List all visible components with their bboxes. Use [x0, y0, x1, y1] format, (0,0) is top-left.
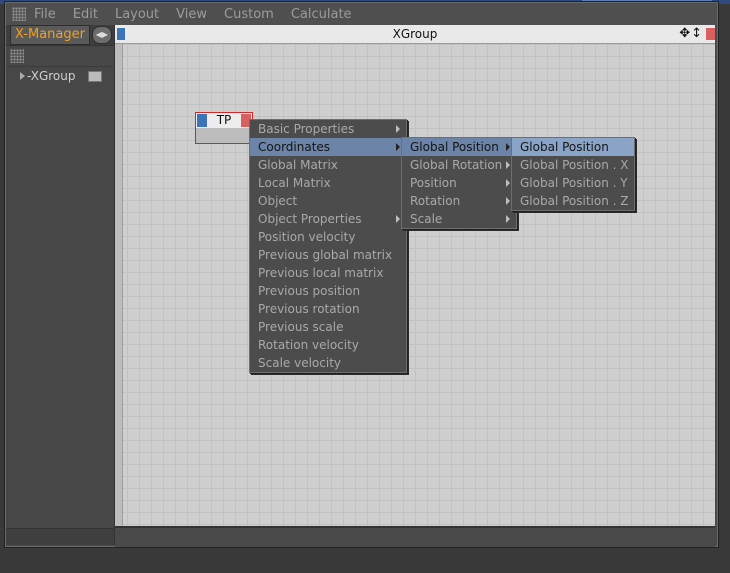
- menu-item-label: Position: [410, 176, 457, 190]
- menu-item-label: Global Position: [410, 140, 499, 154]
- menu-item-global-position[interactable]: Global Position: [402, 138, 516, 156]
- window-footer: [115, 526, 715, 547]
- menu-item-label: Object: [258, 194, 298, 208]
- context-menu-level3: Global Position Global Position . X Glob…: [511, 137, 635, 211]
- menu-item-rotation[interactable]: Rotation: [402, 192, 516, 210]
- xgroup-canvas-panel: XGroup ✥↕: [115, 25, 715, 526]
- menu-item-global-position-vector[interactable]: Global Position: [512, 138, 634, 156]
- menu-layout[interactable]: Layout: [115, 7, 159, 22]
- tree-expand-icon[interactable]: [20, 72, 25, 80]
- node-input-port[interactable]: [197, 114, 207, 127]
- menu-item-label: Previous position: [258, 284, 361, 298]
- submenu-arrow-icon: [396, 215, 400, 223]
- menu-item-label: Scale: [410, 212, 443, 226]
- menu-item-label: Global Rotation: [410, 158, 503, 172]
- group-badge-icon: [88, 71, 102, 82]
- tp-node[interactable]: TP: [195, 112, 253, 144]
- menu-item-previous-rotation[interactable]: Previous rotation: [250, 300, 406, 318]
- grip-icon[interactable]: [10, 49, 24, 63]
- menu-item-label: Rotation: [410, 194, 461, 208]
- menu-item-label: Position velocity: [258, 230, 356, 244]
- submenu-arrow-icon: [506, 179, 510, 187]
- menu-item-rotation-velocity[interactable]: Rotation velocity: [250, 336, 406, 354]
- submenu-arrow-icon: [506, 197, 510, 205]
- menu-item-label: Basic Properties: [258, 122, 355, 136]
- left-toolbar: [6, 46, 114, 67]
- context-menu-level2: Global Position Global Rotation Position…: [401, 137, 517, 229]
- menu-item-label: Global Position . Z: [520, 194, 629, 208]
- tab-bar: X-Manager ◀▶: [6, 25, 114, 46]
- submenu-arrow-icon: [396, 125, 400, 133]
- menu-item-label: Previous scale: [258, 320, 344, 334]
- menu-item-label: Previous rotation: [258, 302, 360, 316]
- canvas-left-port-bar: [115, 44, 123, 526]
- move-scroll-icons[interactable]: ✥↕: [679, 26, 703, 41]
- menu-calculate[interactable]: Calculate: [291, 7, 352, 22]
- output-port-strip[interactable]: [706, 28, 715, 40]
- context-menu-level1: Basic Properties Coordinates Global Matr…: [249, 119, 407, 373]
- menu-item-global-position-x[interactable]: Global Position . X: [512, 156, 634, 174]
- menu-file[interactable]: File: [34, 7, 56, 22]
- tree-item-xgroup[interactable]: -XGroup: [20, 69, 76, 83]
- tab-x-manager[interactable]: X-Manager: [10, 25, 90, 45]
- menu-item-label: Local Matrix: [258, 176, 331, 190]
- menu-item-previous-scale[interactable]: Previous scale: [250, 318, 406, 336]
- menu-item-label: Coordinates: [258, 140, 331, 154]
- menu-item-object-properties[interactable]: Object Properties: [250, 210, 406, 228]
- menu-item-previous-global-matrix[interactable]: Previous global matrix: [250, 246, 406, 264]
- menu-item-label: Global Position: [520, 140, 609, 154]
- tab-scroll-arrows-icon[interactable]: ◀▶: [91, 26, 112, 44]
- menu-item-label: Previous local matrix: [258, 266, 384, 280]
- menu-item-label: Global Matrix: [258, 158, 338, 172]
- menu-item-label: Object Properties: [258, 212, 362, 226]
- menu-item-label: Previous global matrix: [258, 248, 393, 262]
- tree-item-label: -XGroup: [27, 69, 76, 83]
- submenu-arrow-icon: [396, 143, 400, 151]
- left-panel-footer: [6, 528, 114, 545]
- menu-item-scale-velocity[interactable]: Scale velocity: [250, 354, 406, 372]
- menu-custom[interactable]: Custom: [224, 7, 274, 22]
- menu-item-previous-position[interactable]: Previous position: [250, 282, 406, 300]
- menu-item-global-matrix[interactable]: Global Matrix: [250, 156, 406, 174]
- menu-item-global-position-y[interactable]: Global Position . Y: [512, 174, 634, 192]
- app-root: File Edit Layout View Custom Calculate X…: [0, 0, 730, 573]
- menu-item-label: Global Position . X: [520, 158, 629, 172]
- menu-edit[interactable]: Edit: [73, 7, 98, 22]
- menu-item-global-rotation[interactable]: Global Rotation: [402, 156, 516, 174]
- menu-item-basic-properties[interactable]: Basic Properties: [250, 120, 406, 138]
- node-title: TP: [216, 113, 232, 127]
- submenu-arrow-icon: [506, 143, 510, 151]
- menu-view[interactable]: View: [176, 7, 207, 22]
- menu-item-position-velocity[interactable]: Position velocity: [250, 228, 406, 246]
- menubar: File Edit Layout View Custom Calculate: [6, 3, 717, 26]
- menu-item-label: Global Position . Y: [520, 176, 628, 190]
- menu-item-global-position-z[interactable]: Global Position . Z: [512, 192, 634, 210]
- menu-item-label: Rotation velocity: [258, 338, 359, 352]
- menu-item-coordinates[interactable]: Coordinates: [250, 138, 406, 156]
- x-manager-panel: X-Manager ◀▶ -XGroup: [6, 25, 115, 545]
- menu-item-label: Scale velocity: [258, 356, 341, 370]
- submenu-arrow-icon: [506, 161, 510, 169]
- menu-item-scale[interactable]: Scale: [402, 210, 516, 228]
- node-header[interactable]: TP: [196, 113, 252, 128]
- menu-item-position[interactable]: Position: [402, 174, 516, 192]
- menu-item-local-matrix[interactable]: Local Matrix: [250, 174, 406, 192]
- canvas-title: XGroup: [392, 27, 438, 41]
- menu-item-object[interactable]: Object: [250, 192, 406, 210]
- grip-icon[interactable]: [12, 7, 26, 21]
- menu-item-previous-local-matrix[interactable]: Previous local matrix: [250, 264, 406, 282]
- canvas-header: XGroup ✥↕: [115, 25, 715, 44]
- submenu-arrow-icon: [506, 215, 510, 223]
